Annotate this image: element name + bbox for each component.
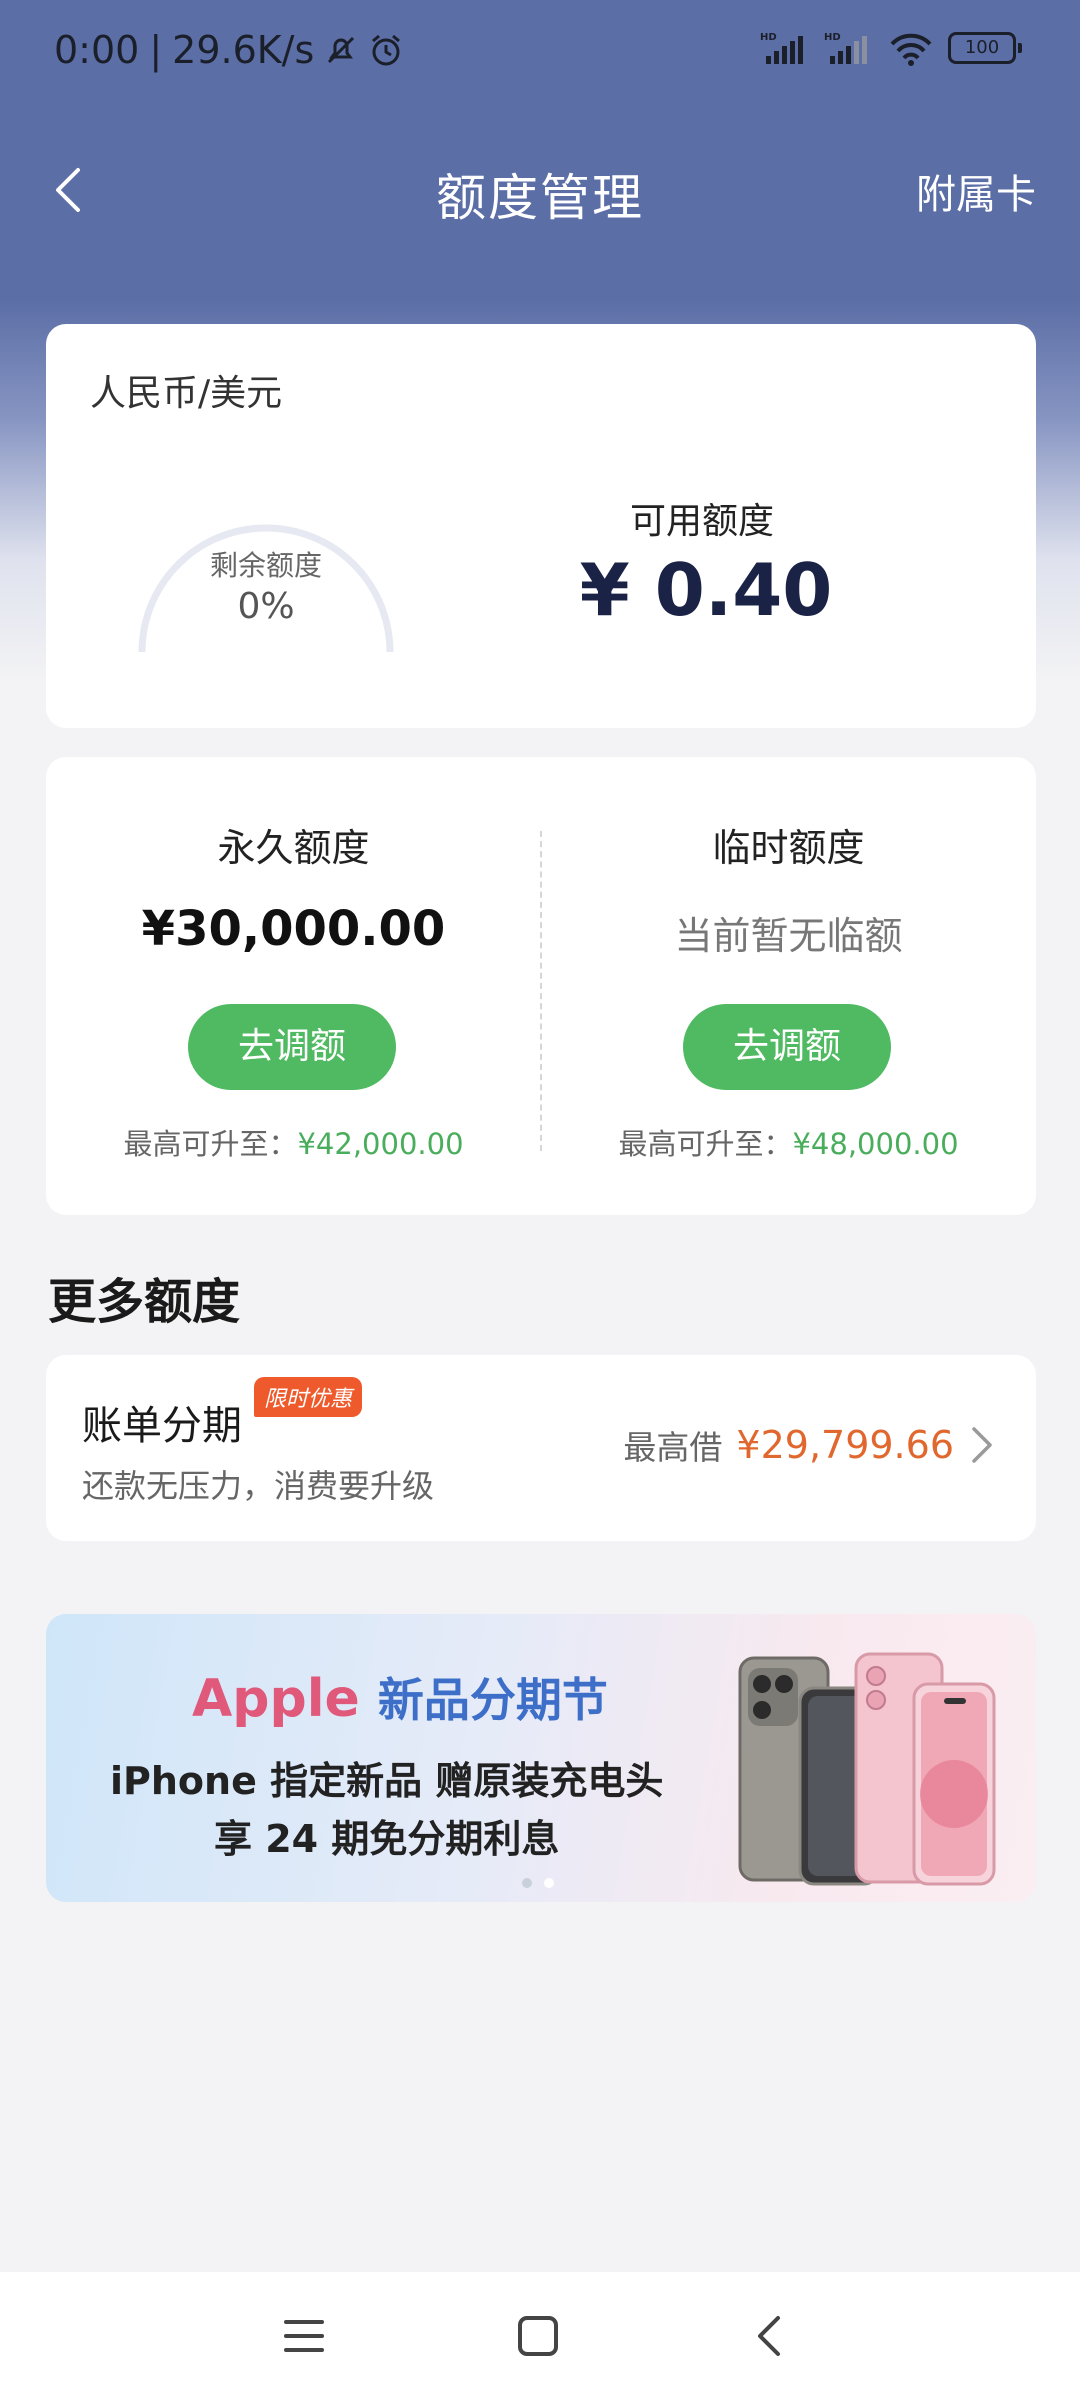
alarm-icon	[372, 34, 401, 66]
permanent-limit-title: 永久额度	[217, 826, 370, 870]
currency-label: 人民币/美元	[90, 373, 283, 414]
svg-text:HD: HD	[824, 32, 841, 43]
adjust-temporary-limit-button[interactable]: 去调额	[683, 1004, 891, 1090]
temporary-limit-title: 临时额度	[712, 826, 865, 870]
permanent-limit-column: 永久额度 ¥30,000.00 去调额 最高可升至：¥42,000.00	[46, 757, 541, 1215]
max-limit-value: ¥48,000.00	[792, 1127, 959, 1161]
network-speed: 29.6K/s	[172, 28, 315, 72]
status-bar: 0:00 | 29.6K/s HD HD 100	[0, 0, 1080, 100]
installment-subtitle: 还款无压力，消费要升级	[82, 1467, 435, 1505]
max-limit-label: 最高可升至：	[123, 1127, 298, 1161]
promo-badge: 限时优惠	[254, 1377, 363, 1417]
wifi-icon	[890, 33, 932, 66]
banner-line-1: iPhone 指定新品 赠原装充电头	[110, 1759, 664, 1803]
credit-limits-card: 永久额度 ¥30,000.00 去调额 最高可升至：¥42,000.00 临时额…	[46, 757, 1036, 1215]
temporary-max-limit: 最高可升至：¥48,000.00	[541, 1121, 1036, 1163]
supplementary-card-link[interactable]: 附属卡	[916, 162, 1036, 220]
max-limit-value: ¥42,000.00	[297, 1127, 464, 1161]
hd-signal-icon: HD	[760, 32, 803, 64]
pagination-dot-active[interactable]	[544, 1878, 554, 1888]
max-borrow-amount: ¥29,799.66	[736, 1423, 954, 1467]
iphone-product-image	[738, 1652, 996, 1886]
status-time: 0:00	[54, 28, 140, 72]
hd-signal-icon: HD	[824, 32, 867, 64]
mute-bell-icon	[328, 36, 355, 64]
home-square-icon[interactable]	[508, 2306, 568, 2366]
svg-text:HD: HD	[760, 32, 777, 43]
available-credit-title: 可用额度	[629, 501, 774, 542]
nav-bar: 额度管理 附属卡	[0, 140, 1080, 240]
permanent-max-limit: 最高可升至：¥42,000.00	[46, 1121, 541, 1163]
battery-icon: 100	[948, 32, 1022, 64]
available-credit-amount: ¥ 0.40	[579, 548, 833, 632]
status-left: 0:00 | 29.6K/s	[54, 28, 404, 72]
status-right: HD HD 100	[760, 30, 1022, 66]
temporary-limit-note: 当前暂无临额	[674, 914, 903, 958]
permanent-limit-amount: ¥30,000.00	[141, 901, 446, 957]
banner-brand: Apple	[192, 1669, 360, 1729]
max-limit-label: 最高可升至：	[618, 1127, 793, 1161]
bill-installment-item[interactable]: 账单分期 限时优惠 还款无压力，消费要升级 最高借 ¥29,799.66	[46, 1355, 1036, 1541]
installment-title: 账单分期	[82, 1403, 242, 1449]
gauge-label: 剩余额度	[209, 549, 322, 582]
banner-title: Apple 新品分期节	[192, 1664, 608, 1730]
chevron-right-icon	[972, 1427, 992, 1463]
banner-pagination	[522, 1878, 554, 1888]
promo-banner[interactable]: Apple 新品分期节 iPhone 指定新品 赠原装充电头 享 24 期免分期…	[46, 1614, 1036, 1902]
more-credit-section-title: 更多额度	[48, 1274, 241, 1330]
installment-max-borrow: 最高借 ¥29,799.66	[623, 1421, 994, 1469]
menu-icon[interactable]	[274, 2306, 334, 2366]
available-credit-card: 人民币/美元 剩余额度 0% 可用额度 ¥ 0.40	[46, 324, 1036, 728]
back-chevron-icon[interactable]	[740, 2306, 800, 2366]
system-navigation-bar	[0, 2272, 1080, 2400]
banner-line-2: 享 24 期免分期利息	[214, 1817, 560, 1861]
banner-headline: 新品分期节	[377, 1673, 608, 1727]
gauge-value: 0%	[237, 586, 295, 627]
adjust-permanent-limit-button[interactable]: 去调额	[188, 1004, 396, 1090]
status-separator-icon: |	[149, 28, 163, 72]
max-borrow-label: 最高借	[623, 1428, 723, 1467]
pagination-dot[interactable]	[522, 1878, 532, 1888]
temporary-limit-column: 临时额度 当前暂无临额 去调额 最高可升至：¥48,000.00	[541, 757, 1036, 1215]
